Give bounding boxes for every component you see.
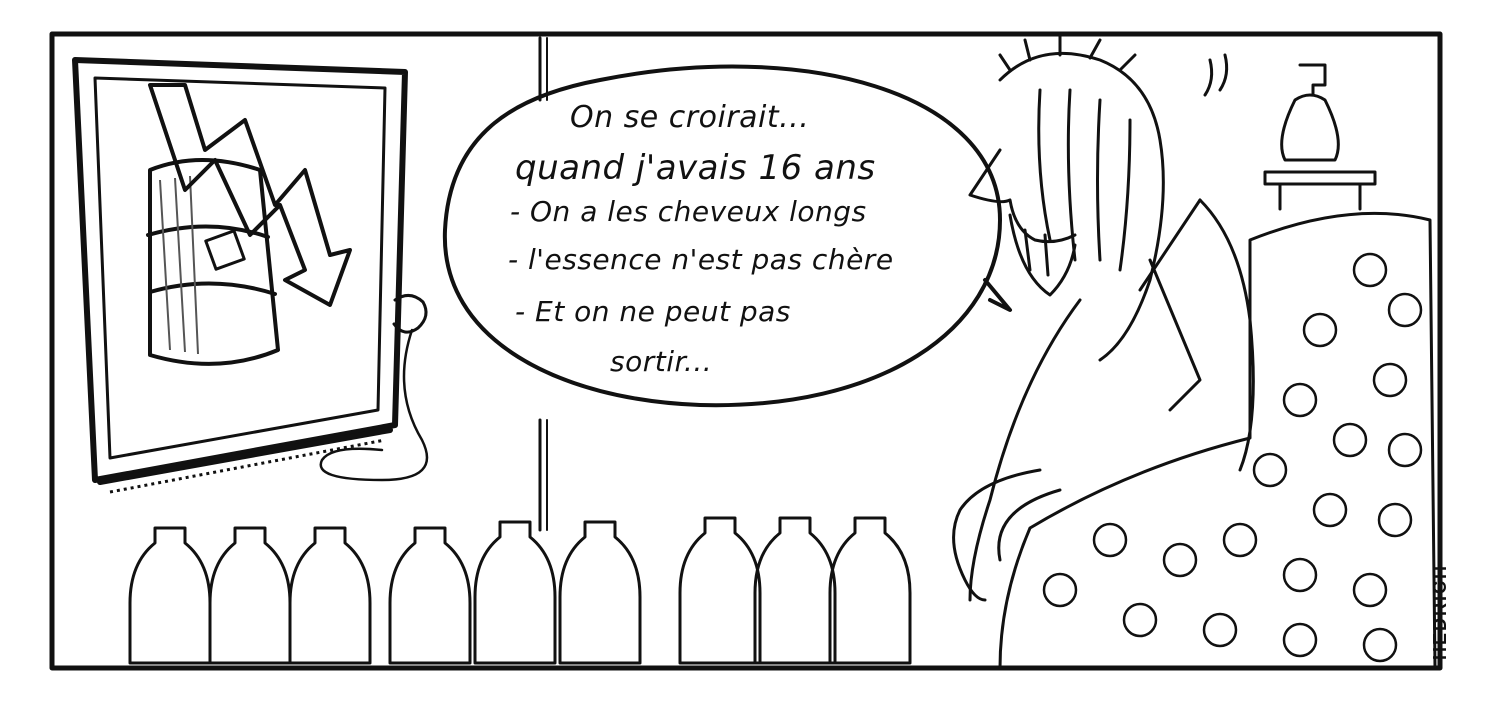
man-figure [952,33,1255,602]
soap-dispenser-icon [1203,53,1377,211]
bubble-line-3: - On a les cheveux longs [510,195,867,228]
tv-screen-icon [72,57,429,494]
water-bottle-icon [128,516,912,665]
artist-signature: HEDRICH [1430,563,1450,660]
bubble-line-2: quand j'avais 16 ans [515,148,876,188]
oil-barrel-icon [146,158,280,366]
bubble-line-1: On se croirait... [570,100,810,135]
bubble-line-5: - Et on ne peut pas [515,295,791,328]
bubble-line-6: sortir... [610,345,713,378]
armchair-icon [998,211,1437,670]
bubble-line-4: - l'essence n'est pas chère [508,243,894,276]
